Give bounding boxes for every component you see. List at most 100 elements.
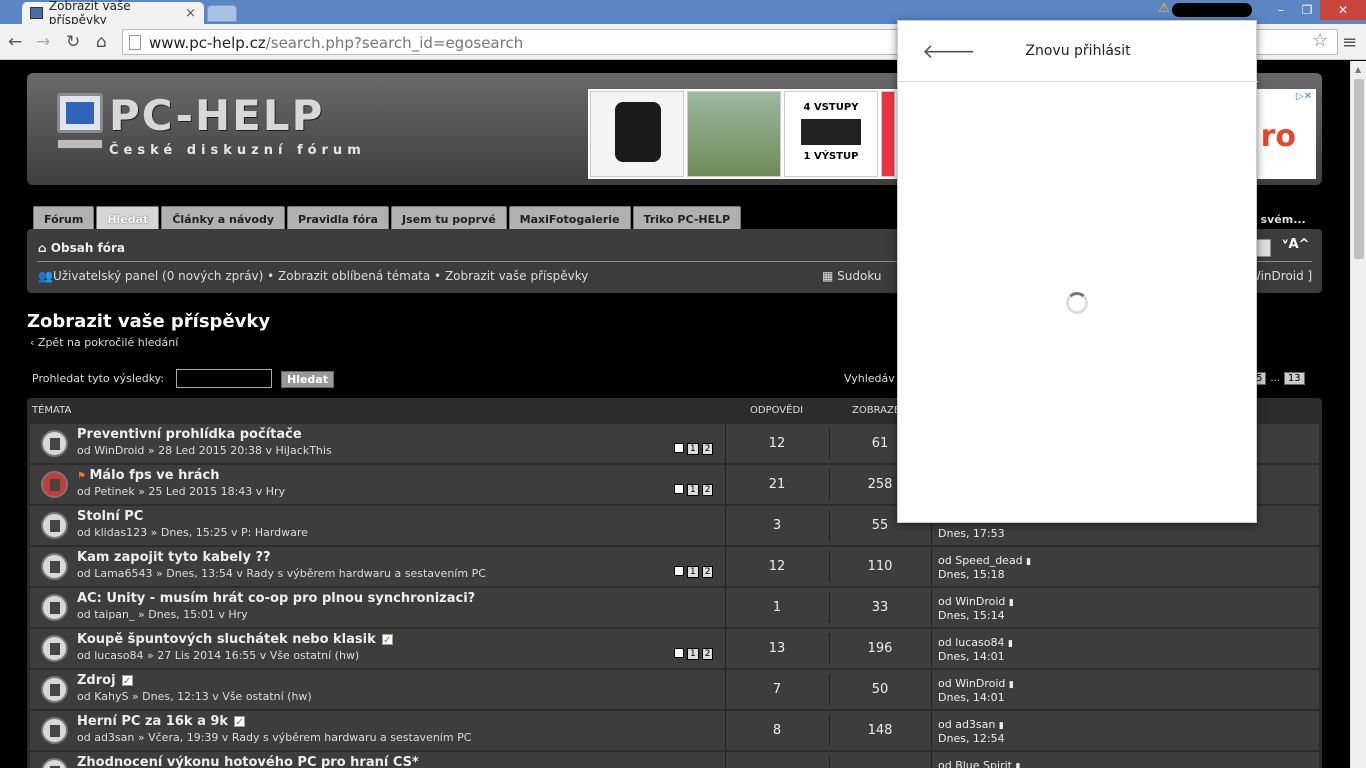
last-post-author-label: od WinDroid: [938, 677, 1006, 690]
last-post-author-label: od Blue Spirit: [938, 759, 1012, 768]
topic-page-2[interactable]: 2: [701, 484, 714, 496]
topic-title[interactable]: Preventivní prohlídka počítače: [77, 427, 302, 442]
topic-page-1[interactable]: 1: [687, 566, 699, 578]
topic-title[interactable]: Herní PC za 16k a 9k ✓: [77, 714, 246, 729]
cell-divider: [829, 469, 830, 500]
topic-title[interactable]: Kam zapojit tyto kabely ??: [77, 550, 271, 565]
font-size-icon[interactable]: ᵛA^: [1282, 237, 1309, 252]
back-to-search-link[interactable]: ‹ Zpět na pokročilé hledání: [30, 336, 178, 349]
cell-divider: [725, 670, 726, 709]
topic-title-label: Zdroj: [77, 673, 116, 688]
ad-switch-image: [801, 119, 861, 145]
topic-title[interactable]: Koupě špuntových sluchátek nebo klasik ✓: [77, 632, 393, 647]
views-count: 196: [867, 641, 893, 656]
last-post-time: Dnes, 17:53: [938, 527, 1005, 540]
solved-check-icon: ✓: [234, 716, 246, 728]
topic-title[interactable]: AC: Unity - musím hrát co-op pro plnou s…: [77, 591, 475, 606]
last-post-icon[interactable]: ▮: [1009, 598, 1014, 608]
cell-divider: [829, 592, 830, 623]
search-results-input[interactable]: [176, 369, 272, 388]
last-post-author[interactable]: od Blue Spirit ▮: [938, 759, 1020, 768]
menu-icon[interactable]: ≡: [1342, 32, 1357, 53]
ad-close-icon[interactable]: ▷✕: [1296, 91, 1312, 102]
user-links-label: Uživatelský panel (0 nových zpráv) • Zob…: [52, 269, 589, 283]
last-post-icon[interactable]: ▮: [999, 721, 1004, 731]
ad-switch[interactable]: 4 VSTUPY 1 VÝSTUP: [784, 91, 878, 177]
back-arrow-icon[interactable]: ←: [8, 32, 22, 52]
vertical-scrollbar[interactable]: ▲: [1350, 61, 1366, 768]
topic-title[interactable]: Stolní PC: [77, 509, 143, 524]
logo-subtitle: České diskuzní fórum: [109, 143, 366, 158]
cell-divider: [725, 547, 726, 586]
last-post-icon[interactable]: ▮: [1026, 557, 1031, 567]
topic-page-1[interactable]: 1: [687, 443, 699, 455]
reload-icon[interactable]: ↻: [66, 32, 80, 52]
cell-divider: [931, 588, 932, 627]
topic-page-2[interactable]: 2: [701, 443, 714, 455]
logo-text[interactable]: PC-HELP: [109, 91, 324, 140]
warning-icon: ⚠: [1158, 1, 1170, 16]
close-window-icon[interactable]: ✕: [1320, 0, 1366, 20]
topic-title[interactable]: Zhodnocení výkonu hotového PC pro hraní …: [77, 755, 419, 768]
ad-android-box[interactable]: [590, 91, 684, 177]
back-link-label: Zpět na pokročilé hledání: [37, 336, 179, 349]
home-icon[interactable]: ⌂: [96, 32, 107, 52]
last-post-icon[interactable]: ▮: [1009, 680, 1014, 690]
table-row[interactable]: Kam zapojit tyto kabely ?? od Lama6543 » …: [30, 547, 1319, 586]
page-icon: [129, 35, 141, 50]
views-count: 33: [871, 600, 889, 615]
home-link[interactable]: ⌂ Obsah fóra: [38, 241, 125, 255]
redacted-user-area: [1172, 3, 1252, 17]
cell-divider: [829, 715, 830, 746]
topic-page-1[interactable]: 1: [687, 484, 699, 496]
cell-divider: [931, 547, 932, 586]
search-button[interactable]: Hledat: [281, 371, 334, 388]
flag-icon: ⚑: [77, 471, 90, 482]
multipage-icon: [674, 566, 684, 576]
topic-page-2[interactable]: 2: [701, 648, 714, 660]
table-row[interactable]: Zhodnocení výkonu hotového PC pro hraní …: [30, 752, 1319, 768]
topic-status-icon: [41, 471, 68, 498]
ad-side-strip[interactable]: [881, 91, 895, 177]
topic-title-label: Málo fps ve hrách: [89, 468, 220, 483]
topic-title[interactable]: ⚑ Málo fps ve hrách: [77, 468, 220, 483]
topic-page-1[interactable]: 1: [687, 648, 699, 660]
last-post-time: Dnes, 15:14: [938, 609, 1005, 622]
topic-status-icon: [41, 635, 68, 662]
table-row[interactable]: Herní PC za 16k a 9k ✓ od ad3san » Včera, …: [30, 711, 1319, 750]
minimize-icon[interactable]: –: [1268, 0, 1294, 20]
ad-brand[interactable]: ro: [1261, 119, 1296, 154]
topic-pages: 12: [674, 566, 714, 578]
cell-divider: [725, 424, 726, 463]
new-tab-button[interactable]: [207, 5, 237, 22]
table-row[interactable]: AC: Unity - musím hrát co-op pro plnou s…: [30, 588, 1319, 627]
last-post-author[interactable]: od ad3san ▮: [938, 718, 1004, 731]
last-post-author[interactable]: od WinDroid ▮: [938, 595, 1014, 608]
last-post-author[interactable]: od WinDroid ▮: [938, 677, 1014, 690]
pager-ellipsis: ...: [1270, 373, 1280, 384]
views-count: 50: [871, 682, 889, 697]
user-links[interactable]: 👥Uživatelský panel (0 nových zpráv) • Zo…: [38, 269, 588, 283]
solved-check-icon: ✓: [121, 675, 133, 687]
topic-title[interactable]: Zdroj ✓: [77, 673, 133, 688]
last-post-author[interactable]: od lucaso84 ▮: [938, 636, 1013, 649]
topic-page-2[interactable]: 2: [701, 566, 714, 578]
topic-author: od Petinek » 25 Led 2015 18:43 v Hry: [77, 485, 286, 498]
table-row[interactable]: Koupě špuntových sluchátek nebo klasik ✓ o…: [30, 629, 1319, 668]
tab-close-icon[interactable]: ×: [185, 6, 196, 21]
page-13-link[interactable]: 13: [1283, 372, 1305, 385]
scroll-up-icon[interactable]: ▲: [1355, 65, 1361, 74]
logged-user-link[interactable]: WinDroid ]: [1249, 269, 1312, 283]
forward-arrow-icon[interactable]: →: [36, 32, 50, 52]
restore-icon[interactable]: ❐: [1294, 0, 1320, 20]
last-post-icon[interactable]: ▮: [1008, 639, 1013, 649]
browser-tab-active[interactable]: Zobrazit vaše příspěvky ×: [22, 0, 204, 27]
topic-status-icon: [41, 676, 68, 703]
table-row[interactable]: Zdroj ✓ od KahyS » Dnes, 12:13 v Vše ostat…: [30, 670, 1319, 709]
ad-caravan[interactable]: [687, 91, 781, 177]
last-post-icon[interactable]: ▮: [1015, 762, 1020, 768]
last-post-author[interactable]: od Speed_dead ▮: [938, 554, 1031, 567]
scrollbar-thumb[interactable]: [1354, 79, 1364, 259]
bookmark-star-icon[interactable]: ☆: [1312, 30, 1328, 51]
sudoku-link[interactable]: ▦ Sudoku: [822, 269, 882, 283]
